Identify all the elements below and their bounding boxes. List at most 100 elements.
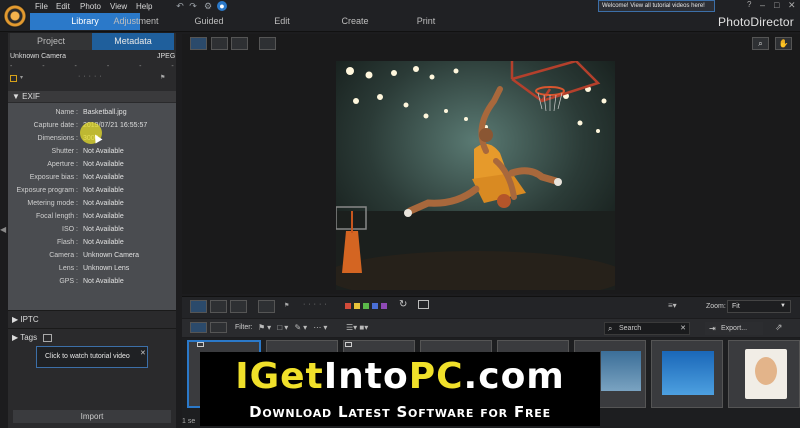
welcome-tutorial-banner[interactable]: Welcome! View all tutorial videos here! [598,0,715,12]
settings-gear-icon[interactable]: ⚙ [203,1,213,11]
exif-label: Metering mode : [27,200,78,207]
view-compare-icon[interactable] [211,37,228,50]
watermark-part4: .com [463,356,565,397]
menu-file[interactable]: File [35,2,48,11]
exif-row: Flash : Not Available [8,236,176,249]
undo-icon[interactable]: ↶ [175,1,185,11]
thumb-size-small-icon[interactable] [190,300,207,313]
view-grid-icon[interactable] [231,37,248,50]
exif-value: Basketball.jpg [83,109,127,116]
exif-label: Shutter : [51,148,78,155]
rating-placeholders: - - - - - - [10,63,188,70]
menu-help[interactable]: Help [136,2,152,11]
exif-row: GPS : Not Available [8,275,176,288]
file-format: JPEG [157,53,176,60]
exif-section-header[interactable]: ▼ EXIF [8,91,176,102]
color-label-purple[interactable] [381,303,387,309]
rotate-icon[interactable]: ↻ [399,299,407,310]
label-dropdown-icon[interactable]: ▾ [20,74,23,81]
filter-label: Filter: [235,324,253,331]
filter-options[interactable]: ⚑▾ □▾ ✎▾ ⋯▾ [258,323,329,332]
zoom-select[interactable]: Fit ▼ [727,300,791,313]
exif-value: Not Available [83,200,124,207]
exif-label: Dimensions : [37,135,78,142]
tab-project[interactable]: Project [10,33,92,50]
view-single-icon[interactable] [190,37,207,50]
watermark-part2: Into [323,356,409,397]
thumbnail-item[interactable] [728,340,800,408]
tutorial-tooltip[interactable]: Click to watch tutorial video [36,346,148,368]
export-button[interactable]: ⇥ Export... [705,322,763,335]
thumbnail-item[interactable] [651,340,723,408]
import-button[interactable]: Import [13,410,171,423]
zoom-tool-icon[interactable]: ⌕ [752,37,769,50]
view-fullscreen-icon[interactable] [259,37,276,50]
tag-add-icon[interactable] [43,333,53,342]
color-label-green[interactable] [363,303,369,309]
exif-value: Not Available [83,148,124,155]
color-label-red[interactable] [345,303,351,309]
exif-label: Capture date : [33,122,78,129]
chevron-down-icon: ▼ [780,303,786,309]
thumb-size-large-icon[interactable] [230,300,247,313]
hand-tool-icon[interactable]: ✋ [775,37,792,50]
collapse-left-icon[interactable]: ◀ [0,225,6,234]
exif-value: Not Available [83,213,124,220]
crop-icon[interactable] [418,300,429,309]
search-input[interactable]: ⌕ Search ✕ [604,322,690,335]
redo-icon[interactable]: ↷ [188,1,198,11]
color-label-yellow[interactable] [354,303,360,309]
exif-label: Exposure bias : [29,174,78,181]
iptc-section-header[interactable]: ▶ IPTC [8,310,176,328]
minimize-icon[interactable]: – [760,0,765,10]
list-view-compact-icon[interactable] [190,322,207,333]
menu-edit[interactable]: Edit [56,2,70,11]
color-label-blue[interactable] [372,303,378,309]
tags-section-header[interactable]: ▶ Tags [8,328,176,346]
sort-icon[interactable]: ≡▾ [668,301,677,310]
exif-value: Not Available [83,226,124,233]
exif-title: EXIF [22,92,40,101]
thumbnail-badge-icon [197,342,204,347]
tab-metadata[interactable]: Metadata [92,33,174,50]
exif-label: Focal length : [35,213,78,220]
exif-row: Exposure bias : Not Available [8,171,176,184]
flag-filter-icon[interactable]: ⚑ [284,302,289,309]
thumbnail-image [662,351,714,395]
rating-filter[interactable]: ····· [303,301,330,308]
tab-print[interactable]: Print [383,13,469,30]
clear-search-icon[interactable]: ✕ [680,323,686,334]
list-view-icon[interactable] [210,322,227,333]
group-menu-icon[interactable]: ☰▾ ■▾ [346,323,368,332]
exif-row: ISO : Not Available [8,223,176,236]
close-icon[interactable]: ✕ [788,0,796,11]
face-tag-icon[interactable] [258,300,275,313]
panel-tabs: Project Metadata [8,33,176,50]
expand-icon: ▼ [12,92,23,101]
maximize-icon[interactable]: □ [774,0,779,10]
exif-value: Not Available [83,161,124,168]
cyberlink-service-icon[interactable]: ● [217,1,227,11]
flag-icon[interactable]: ⚑ [160,74,165,81]
iptc-title: IPTC [20,315,39,324]
menu-photo[interactable]: Photo [80,2,101,11]
menu-view[interactable]: View [110,2,127,11]
basketball-photo-image [336,61,615,290]
color-label-checkbox[interactable] [10,75,17,82]
exif-label: Lens : [58,265,78,272]
exif-label: GPS : [59,278,78,285]
help-icon[interactable]: ? [747,0,751,9]
exif-row: Lens : Unknown Lens [8,262,176,275]
exif-row: Metering mode : Not Available [8,197,176,210]
watermark-part3: PC [408,356,464,397]
exif-value: Not Available [83,174,124,181]
thumb-size-medium-icon[interactable] [210,300,227,313]
exif-row: Camera : Unknown Camera [8,249,176,262]
thumbnail-image [745,349,787,399]
star-rating[interactable]: ····· [78,73,105,80]
exif-row: Aperture : Not Available [8,158,176,171]
tooltip-close-icon[interactable]: ✕ [140,349,146,357]
app-logo-icon [3,4,27,28]
export-label: Export... [721,325,748,332]
share-icon[interactable]: ⇗ [775,322,783,333]
